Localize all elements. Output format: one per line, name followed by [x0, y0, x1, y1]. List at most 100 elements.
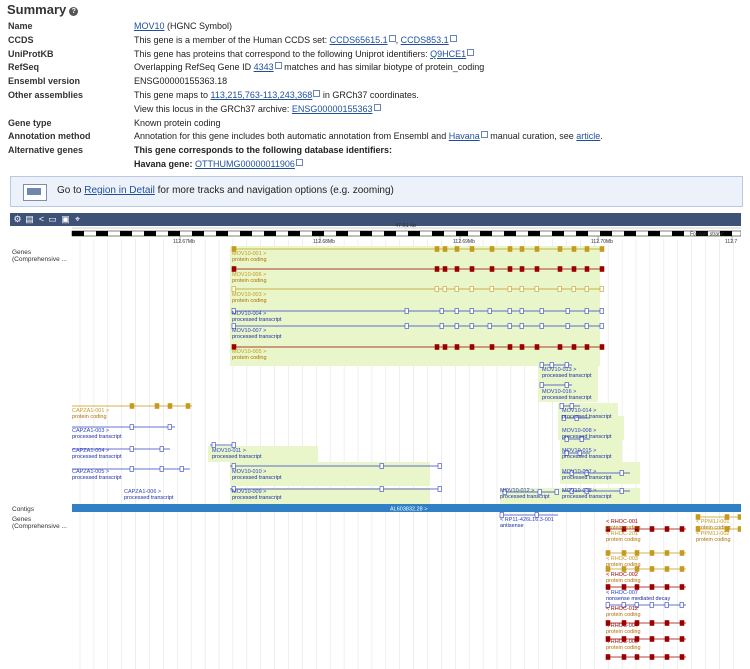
exon — [379, 463, 384, 469]
exon — [434, 266, 440, 272]
exon — [434, 344, 440, 350]
exon — [539, 382, 544, 388]
ruler-segment — [192, 231, 204, 236]
exon — [679, 566, 685, 572]
region-in-detail-banner: Go to Region in Detail for more tracks a… — [10, 176, 743, 207]
transcript-highlight — [230, 260, 600, 286]
exon — [519, 344, 525, 350]
uniprot-link[interactable]: Q9HCE1 — [430, 49, 466, 59]
exon — [519, 266, 525, 272]
exon — [129, 446, 134, 452]
exon — [159, 446, 164, 452]
havana-link[interactable]: Havana — [449, 131, 480, 141]
transcript-biotype: processed transcript — [72, 454, 122, 460]
transcript-highlight — [230, 336, 600, 366]
exon — [489, 344, 495, 350]
external-link-icon — [295, 158, 303, 166]
exon — [489, 286, 494, 292]
gene-type-value: Known protein coding — [134, 117, 221, 128]
exon — [469, 308, 474, 314]
exon — [507, 266, 513, 272]
ccds-link-1[interactable]: CCDS65615.1 — [330, 35, 388, 45]
exon — [154, 403, 160, 409]
ccds-link-2[interactable]: CCDS853.1 — [401, 35, 449, 45]
ruler-tick-label: 112.69Mb — [453, 239, 475, 245]
exon — [565, 323, 570, 329]
exon — [442, 246, 448, 252]
exon — [621, 584, 627, 590]
exon — [679, 602, 684, 608]
exon — [159, 466, 164, 472]
external-link-icon — [467, 48, 475, 56]
ruler-segment — [432, 231, 444, 236]
ruler-segment — [360, 231, 372, 236]
ruler-segment — [408, 231, 420, 236]
exon — [605, 550, 611, 556]
exon — [664, 584, 670, 590]
exon — [679, 654, 685, 660]
article-link[interactable]: article — [576, 131, 600, 141]
exon — [599, 323, 604, 329]
transcript-biotype: processed transcript — [232, 495, 282, 501]
transcript-highlight — [230, 246, 600, 260]
annotation-key: Annotation method — [8, 131, 91, 142]
transcript-biotype: processed transcript — [562, 454, 612, 460]
question-icon[interactable]: ? — [69, 7, 79, 16]
exon — [584, 323, 589, 329]
region-view-icon — [23, 184, 47, 201]
exon — [489, 246, 495, 252]
reverse-transcript-biotype: protein coding — [606, 537, 641, 543]
exon — [404, 323, 409, 329]
ruler-segment — [624, 231, 636, 236]
ruler-segment — [288, 231, 300, 236]
transcript-biotype: processed transcript — [212, 454, 262, 460]
transcript-biotype: processed transcript — [72, 434, 122, 440]
transcript-biotype: processed transcript — [500, 494, 550, 500]
transcript-biotype: processed transcript — [124, 495, 174, 501]
transcript-biotype: protein coding — [232, 257, 267, 263]
exon — [619, 470, 624, 476]
ruler-segment — [480, 231, 492, 236]
ruler-segment — [648, 231, 660, 236]
ruler-segment — [600, 231, 612, 236]
exon — [584, 286, 589, 292]
exon — [534, 344, 540, 350]
ruler-segment — [336, 231, 348, 236]
exon — [442, 266, 448, 272]
havana-gene-link[interactable]: OTTHUMG00000011906 — [195, 159, 295, 169]
refseq-link[interactable]: 4343 — [254, 62, 274, 72]
exon — [557, 286, 562, 292]
exon — [557, 246, 563, 252]
gene-track-canvas[interactable]: 47.61 kb Forward strand 112.67Mb 112.68Mb 11… — [10, 213, 741, 669]
exon — [621, 550, 627, 556]
exon — [599, 344, 605, 350]
uniprot-key: UniProtKB — [8, 48, 54, 59]
contig-label: AL603832.28 > — [390, 507, 427, 513]
exon — [469, 323, 474, 329]
exon — [454, 246, 460, 252]
exon — [231, 442, 236, 448]
exon — [599, 266, 605, 272]
exon — [179, 466, 184, 472]
grch37-coords-link[interactable]: 113,215,763-113,243,368 — [211, 90, 313, 100]
exon — [605, 584, 611, 590]
exon — [621, 654, 627, 660]
grch37-archive-link[interactable]: ENSG00000155363 — [292, 104, 373, 114]
ruler-tick-label: 112.70Mb — [591, 239, 613, 245]
ruler-segment — [96, 231, 108, 236]
exon — [469, 344, 475, 350]
ruler-segment — [552, 231, 564, 236]
exon — [664, 566, 670, 572]
ruler-segment — [576, 231, 588, 236]
exon — [454, 286, 459, 292]
exon — [442, 344, 448, 350]
exon — [487, 323, 492, 329]
exon — [167, 424, 172, 430]
exon — [599, 286, 604, 292]
exon — [554, 489, 559, 495]
gene-name-link[interactable]: MOV10 — [134, 21, 165, 31]
ruler-tick-label: 112.7 — [725, 239, 737, 245]
transcript-biotype: protein coding — [232, 355, 267, 361]
region-in-detail-link[interactable]: Region in Detail — [84, 185, 155, 196]
reverse-transcript-biotype: antisense — [500, 523, 524, 529]
